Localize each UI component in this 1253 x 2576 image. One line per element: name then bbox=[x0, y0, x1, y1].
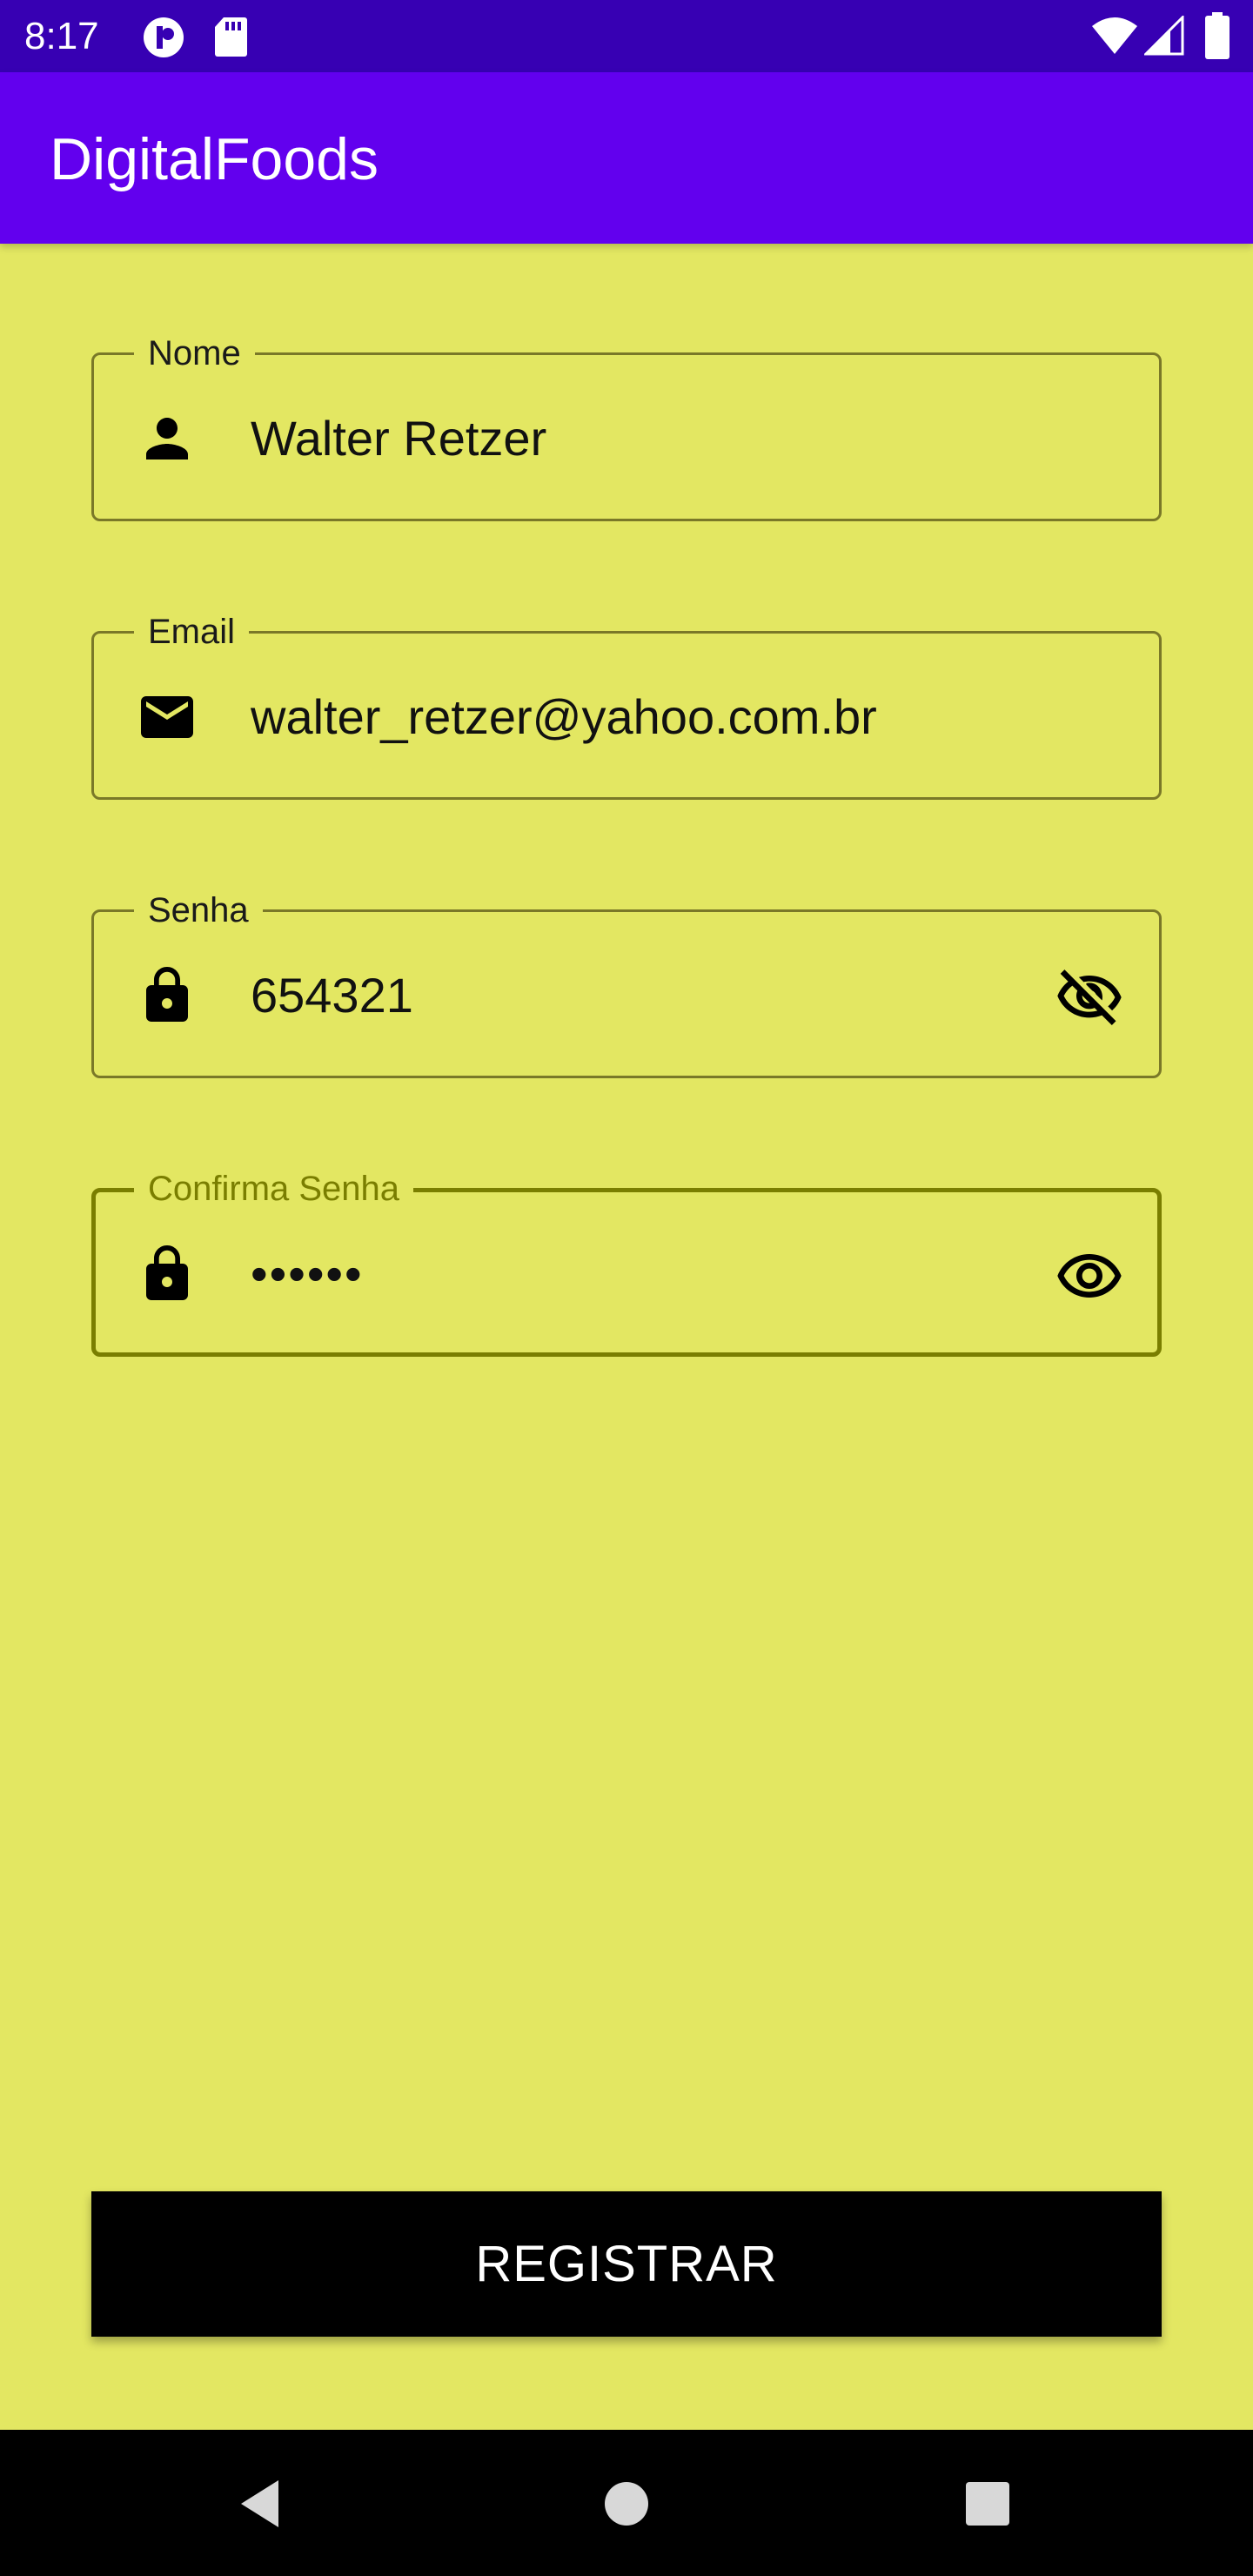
home-icon[interactable] bbox=[596, 2473, 657, 2534]
recents-icon[interactable] bbox=[957, 2473, 1018, 2534]
back-icon[interactable] bbox=[231, 2473, 291, 2534]
lock-icon bbox=[146, 1245, 188, 1300]
confirm-password-input[interactable]: •••••• bbox=[251, 1241, 364, 1307]
status-bar: 8:17 bbox=[0, 0, 1253, 72]
password-label: Senha bbox=[134, 889, 263, 931]
name-input[interactable]: Walter Retzer bbox=[251, 406, 546, 472]
confirm-password-label: Confirma Senha bbox=[134, 1168, 414, 1210]
password-input[interactable]: 654321 bbox=[251, 963, 413, 1029]
person-icon bbox=[146, 418, 188, 460]
email-input[interactable]: walter_retzer@yahoo.com.br bbox=[251, 684, 877, 750]
lock-icon bbox=[146, 967, 188, 1022]
app-bar: DigitalFoods bbox=[0, 72, 1253, 244]
visibility-off-icon[interactable] bbox=[1055, 963, 1124, 1032]
name-label: Nome bbox=[134, 332, 255, 374]
signal-icon bbox=[1144, 16, 1184, 56]
email-field[interactable]: Email walter_retzer@yahoo.com.br bbox=[91, 611, 1162, 800]
sd-card-icon bbox=[215, 17, 247, 57]
name-field[interactable]: Nome Walter Retzer bbox=[91, 332, 1162, 521]
status-time: 8:17 bbox=[24, 15, 99, 57]
password-field[interactable]: Senha 654321 bbox=[91, 889, 1162, 1078]
p-circle-icon bbox=[144, 17, 184, 57]
confirm-password-field[interactable]: Confirma Senha •••••• bbox=[91, 1168, 1162, 1357]
email-label: Email bbox=[134, 611, 250, 653]
battery-icon bbox=[1205, 12, 1230, 59]
wifi-icon bbox=[1092, 17, 1137, 54]
visibility-icon[interactable] bbox=[1055, 1241, 1124, 1311]
navigation-bar bbox=[0, 2430, 1253, 2576]
app-title: DigitalFoods bbox=[50, 126, 379, 192]
email-icon bbox=[141, 696, 193, 738]
register-button[interactable]: REGISTRAR bbox=[91, 2191, 1162, 2337]
